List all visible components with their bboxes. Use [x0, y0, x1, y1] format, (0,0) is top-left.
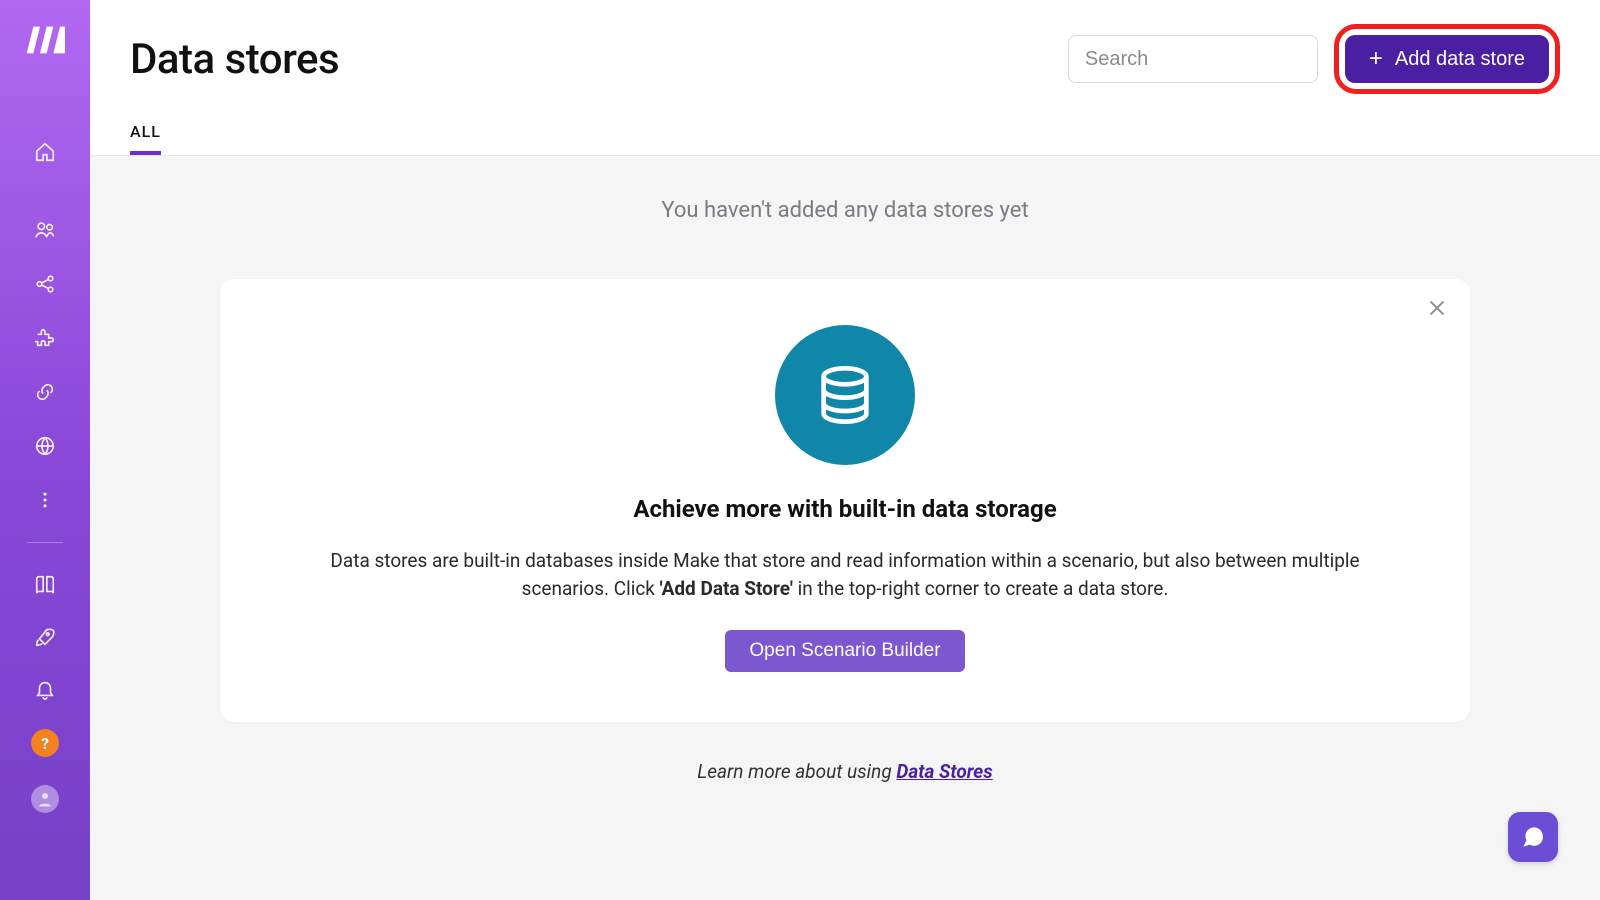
sidebar: ? — [0, 0, 90, 900]
help-badge[interactable]: ? — [31, 729, 59, 757]
page-header: Data stores + Add data store ALL — [90, 0, 1600, 155]
tabs: ALL — [130, 122, 1560, 155]
database-icon — [775, 325, 915, 465]
highlight-ring: + Add data store — [1334, 24, 1560, 94]
add-data-store-button[interactable]: + Add data store — [1345, 35, 1549, 83]
sidebar-nav-bottom: ? — [31, 573, 59, 813]
link-icon[interactable] — [33, 380, 57, 404]
card-body-suffix: in the top-right corner to create a data… — [793, 577, 1168, 600]
tab-all[interactable]: ALL — [130, 122, 161, 155]
empty-state-message: You haven't added any data stores yet — [661, 198, 1028, 223]
rocket-icon[interactable] — [33, 625, 57, 649]
sidebar-divider — [27, 542, 63, 543]
close-icon[interactable] — [1426, 297, 1448, 319]
sidebar-nav-secondary — [33, 218, 57, 512]
floating-help-button[interactable]: ? — [1508, 812, 1558, 862]
card-body-bold: 'Add Data Store' — [660, 577, 793, 600]
avatar[interactable] — [31, 785, 59, 813]
header-actions: + Add data store — [1068, 24, 1560, 94]
open-scenario-builder-button[interactable]: Open Scenario Builder — [725, 630, 964, 672]
users-icon[interactable] — [33, 218, 57, 242]
plus-icon: + — [1369, 47, 1383, 71]
svg-text:?: ? — [1530, 828, 1536, 842]
puzzle-icon[interactable] — [33, 326, 57, 350]
page-title: Data stores — [130, 35, 339, 84]
card-body: Data stores are built-in databases insid… — [285, 547, 1405, 602]
learn-more-link[interactable]: Data Stores — [896, 760, 992, 783]
card-title: Achieve more with built-in data storage — [280, 495, 1410, 523]
learn-more: Learn more about using Data Stores — [697, 760, 992, 783]
learn-more-prefix: Learn more about using — [697, 760, 896, 783]
share-icon[interactable] — [33, 272, 57, 296]
home-icon[interactable] — [33, 140, 57, 164]
more-icon[interactable] — [33, 488, 57, 512]
bell-icon[interactable] — [33, 677, 57, 701]
search-input[interactable] — [1068, 35, 1318, 83]
add-data-store-label: Add data store — [1395, 48, 1525, 71]
app-logo[interactable] — [25, 20, 65, 60]
info-card: Achieve more with built-in data storage … — [220, 279, 1470, 722]
main-content: Data stores + Add data store ALL You hav… — [90, 0, 1600, 900]
sidebar-nav-primary — [33, 140, 57, 164]
content-area: You haven't added any data stores yet Ac… — [90, 155, 1600, 900]
globe-icon[interactable] — [33, 434, 57, 458]
book-icon[interactable] — [33, 573, 57, 597]
